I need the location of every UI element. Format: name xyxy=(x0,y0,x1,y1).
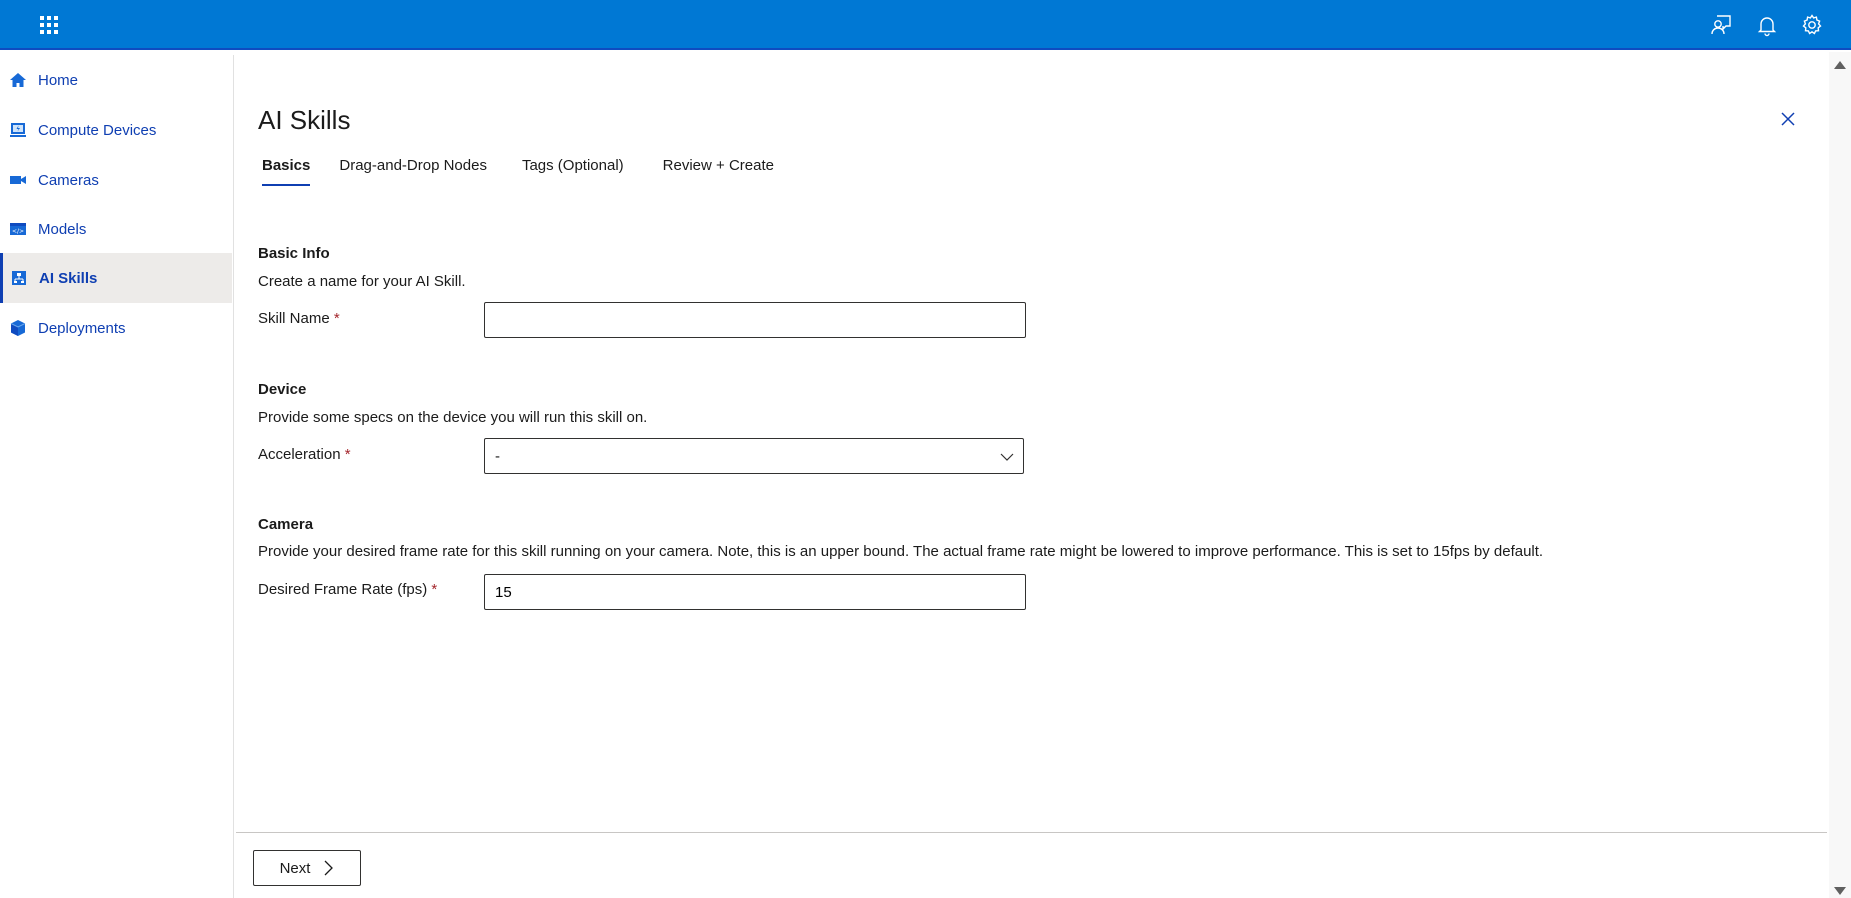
camera-icon xyxy=(9,171,27,189)
sidebar-item-cameras[interactable]: Cameras xyxy=(0,155,232,205)
acceleration-selected-value: - xyxy=(495,447,500,465)
svg-text:</>: </> xyxy=(12,228,24,235)
tab-basics[interactable]: Basics xyxy=(262,157,311,186)
sidebar-item-label: Cameras xyxy=(38,171,99,189)
settings-icon[interactable] xyxy=(1800,13,1824,37)
skill-name-label: Skill Name * xyxy=(258,310,340,327)
tab-review-create[interactable]: Review + Create xyxy=(663,157,774,182)
required-marker: * xyxy=(344,446,351,463)
sidebar-item-label: AI Skills xyxy=(39,269,98,287)
next-button-label: Next xyxy=(279,859,311,877)
top-bar xyxy=(0,0,1851,50)
chevron-right-icon xyxy=(324,860,334,876)
tab-tags[interactable]: Tags (Optional) xyxy=(522,157,624,182)
acceleration-label-text: Acceleration xyxy=(258,446,341,463)
ai-skill-icon xyxy=(10,269,28,287)
required-marker: * xyxy=(431,581,438,598)
deployment-icon xyxy=(9,319,27,337)
sidebar-item-models[interactable]: </> Models xyxy=(0,204,232,254)
compute-device-icon xyxy=(9,121,27,139)
close-button[interactable] xyxy=(1778,109,1798,129)
sidebar-item-compute-devices[interactable]: Compute Devices xyxy=(0,105,232,155)
tab-drag-and-drop-nodes[interactable]: Drag-and-Drop Nodes xyxy=(339,157,487,182)
camera-heading: Camera xyxy=(258,516,314,533)
sidebar-item-label: Compute Devices xyxy=(38,121,157,139)
frame-rate-input[interactable] xyxy=(484,574,1026,610)
wizard-tabs: Basics Drag-and-Drop Nodes Tags (Optiona… xyxy=(260,157,774,186)
device-heading: Device xyxy=(258,381,307,398)
page-title: AI Skills xyxy=(258,105,351,135)
sidebar-item-deployments[interactable]: Deployments xyxy=(0,303,232,353)
sidebar: Home Compute Devices Cameras </> Models … xyxy=(0,52,233,898)
home-icon xyxy=(9,71,27,89)
notifications-icon[interactable] xyxy=(1755,13,1779,37)
frame-rate-label-text: Desired Frame Rate (fps) xyxy=(258,581,428,598)
sidebar-item-label: Home xyxy=(38,71,79,89)
chevron-down-icon xyxy=(1000,453,1014,461)
app-launcher-icon[interactable] xyxy=(40,16,58,34)
required-marker: * xyxy=(333,310,340,327)
feedback-icon[interactable] xyxy=(1709,13,1733,37)
skill-name-label-text: Skill Name xyxy=(258,310,330,327)
next-button[interactable]: Next xyxy=(253,850,361,886)
camera-description: Provide your desired frame rate for this… xyxy=(258,543,1544,560)
vertical-scrollbar[interactable] xyxy=(1829,52,1851,898)
sidebar-item-label: Deployments xyxy=(38,319,126,337)
scroll-down-arrow-icon[interactable] xyxy=(1834,887,1846,895)
scroll-up-arrow-icon[interactable] xyxy=(1834,61,1846,69)
basic-info-heading: Basic Info xyxy=(258,245,330,262)
basic-info-description: Create a name for your AI Skill. xyxy=(258,273,466,290)
sidebar-item-ai-skills[interactable]: AI Skills xyxy=(0,253,232,303)
acceleration-dropdown[interactable]: - xyxy=(484,438,1024,474)
main-panel: AI Skills Basics Drag-and-Drop Nodes Tag… xyxy=(234,52,1827,898)
acceleration-label: Acceleration * xyxy=(258,446,351,463)
footer-divider xyxy=(236,832,1827,833)
device-description: Provide some specs on the device you wil… xyxy=(258,409,648,426)
sidebar-item-label: Models xyxy=(38,220,87,238)
model-icon: </> xyxy=(9,220,27,238)
skill-name-input[interactable] xyxy=(484,302,1026,338)
frame-rate-label: Desired Frame Rate (fps) * xyxy=(258,581,437,598)
sidebar-item-home[interactable]: Home xyxy=(0,55,232,105)
close-icon xyxy=(1781,112,1795,126)
